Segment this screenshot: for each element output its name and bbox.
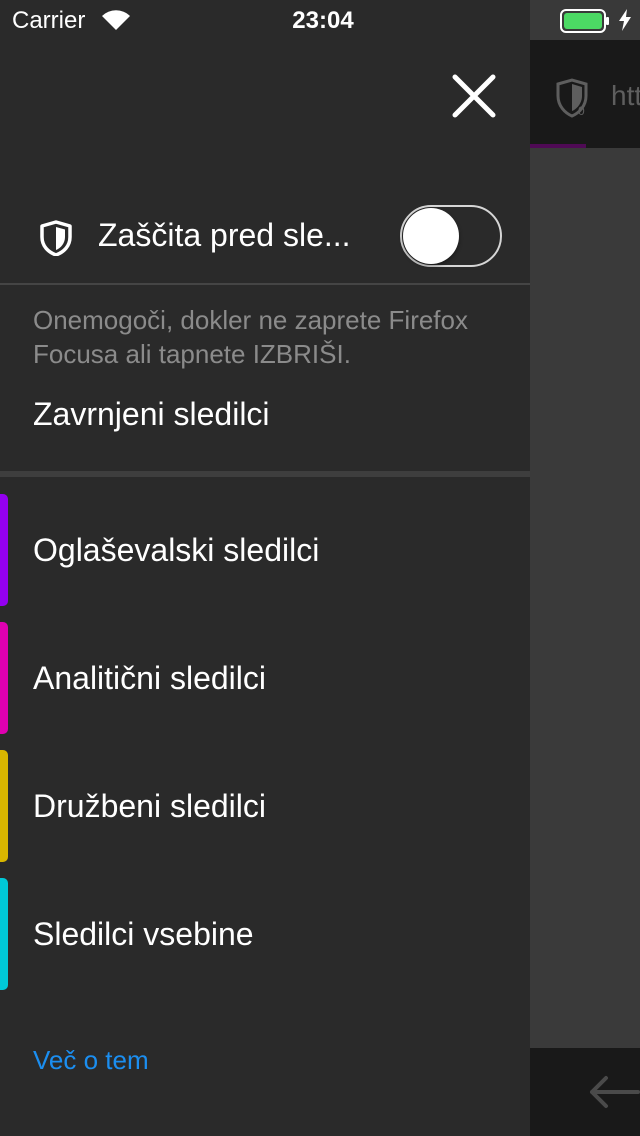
tracking-shield-icon[interactable]: 0	[552, 78, 592, 123]
category-label: Oglaševalski sledilci	[33, 532, 320, 568]
battery-icon	[560, 9, 610, 38]
battery-level	[564, 13, 602, 29]
shield-badge-count: 0	[578, 104, 585, 118]
tracking-protection-label: Zaščita pred sle...	[98, 217, 351, 253]
tracking-protection-panel: Zaščita pred sle... Onemogoči, dokler ne…	[0, 0, 530, 1136]
learn-more-link[interactable]: Več o tem	[33, 1045, 149, 1076]
blocked-trackers-title: Zavrnjeni sledilci	[33, 396, 270, 432]
category-ad-trackers: Oglaševalski sledilci	[0, 494, 530, 606]
divider	[0, 283, 530, 285]
section-divider	[0, 471, 530, 477]
tracking-protection-toggle[interactable]	[400, 205, 502, 267]
web-content	[530, 148, 640, 1048]
status-bar: Carrier 23:04	[0, 0, 640, 40]
tracking-protection-description: Onemogoči, dokler ne zaprete Firefox Foc…	[33, 305, 468, 369]
clock: 23:04	[292, 7, 354, 34]
toggle-knob	[403, 208, 459, 264]
category-label: Družbeni sledilci	[33, 788, 266, 824]
category-label: Sledilci vsebine	[33, 916, 254, 952]
category-analytics-trackers: Analitični sledilci	[0, 622, 530, 734]
category-social-trackers: Družbeni sledilci	[0, 750, 530, 862]
category-color-bar	[0, 622, 8, 734]
shield-icon	[38, 220, 74, 261]
url-text[interactable]: htt	[611, 80, 640, 112]
category-label: Analitični sledilci	[33, 660, 266, 696]
category-color-bar	[0, 750, 8, 862]
charging-icon	[618, 8, 632, 37]
category-color-bar	[0, 878, 8, 990]
tracking-protection-row: Zaščita pred sle...	[0, 190, 530, 284]
close-icon	[452, 74, 496, 118]
category-color-bar	[0, 494, 8, 606]
close-button[interactable]	[448, 70, 500, 122]
category-content-trackers: Sledilci vsebine	[0, 878, 530, 990]
back-arrow-icon[interactable]	[586, 1072, 640, 1117]
